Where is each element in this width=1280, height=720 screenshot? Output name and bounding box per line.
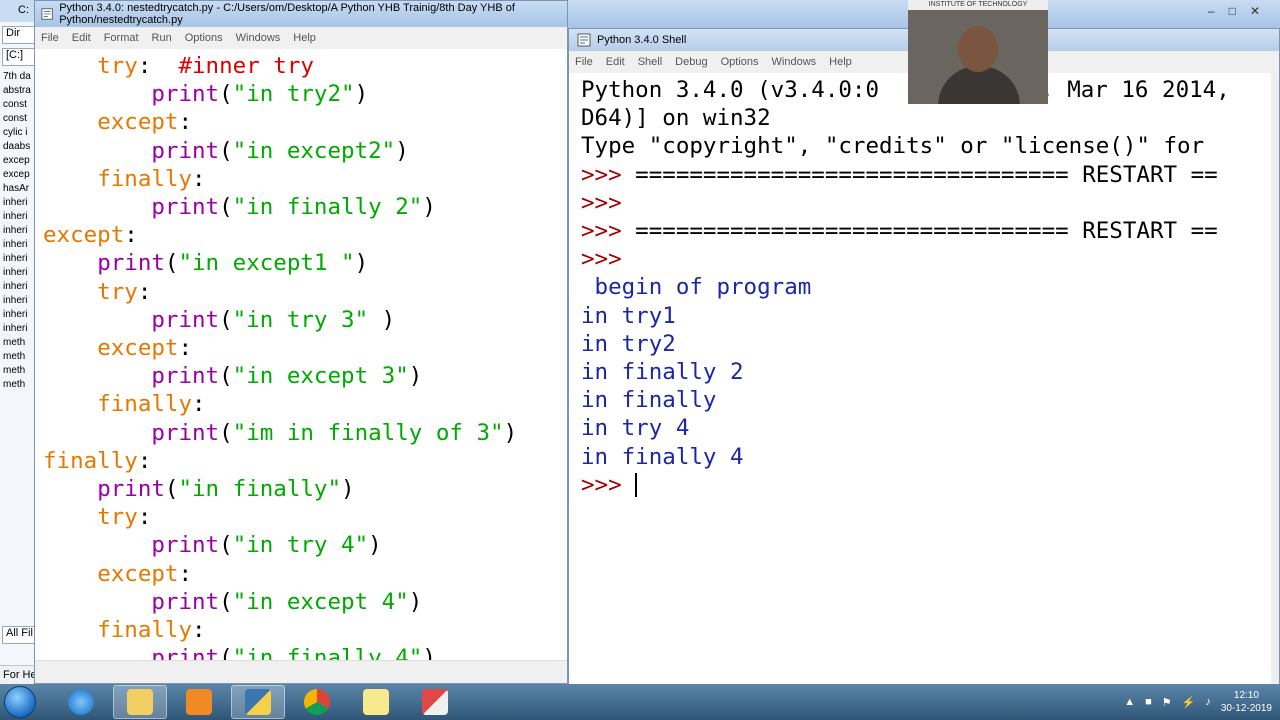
editor-menubar: File Edit Format Run Options Windows Help (35, 27, 567, 49)
media-player-icon (186, 689, 212, 715)
python-icon (577, 33, 591, 47)
banner-line-1: Python 3.4.0 (v3.4.0:0 (581, 77, 880, 103)
output-line: in finally 2 (581, 359, 744, 386)
output-line: in try1 (581, 302, 676, 329)
shell-menu-edit[interactable]: Edit (606, 56, 625, 68)
editor-menu-windows[interactable]: Windows (236, 32, 281, 44)
prompt: >>> (581, 189, 622, 216)
output-line: in try 4 (581, 415, 690, 442)
taskbar-explorer[interactable] (113, 685, 167, 719)
editor-window: Python 3.4.0: nestedtrycatch.py - C:/Use… (34, 0, 568, 684)
volume-icon[interactable]: ♪ (1205, 696, 1211, 708)
python-icon (41, 8, 53, 20)
shell-output[interactable]: Python 3.4.0 (v3.4.0:0 13, Mar 16 2014, D… (581, 76, 1230, 499)
restart-line: ================================ RESTART… (621, 218, 1218, 245)
internet-explorer-icon (68, 689, 94, 715)
editor-menu-file[interactable]: File (41, 32, 59, 44)
clock-date: 30-12-2019 (1220, 703, 1272, 714)
editor-code[interactable]: try: #inner try print("in try2") except:… (43, 52, 517, 672)
shell-vertical-scrollbar[interactable] (1271, 73, 1279, 684)
explorer-dir-box[interactable]: Dir (2, 26, 38, 44)
editor-menu-run[interactable]: Run (152, 32, 172, 44)
folder-icon (127, 689, 153, 715)
maximize-icon[interactable]: □ (1229, 4, 1236, 18)
presenter-head (958, 26, 998, 72)
shell-window: Python 3.4.0 Shell File Edit Shell Debug Opt… (568, 28, 1280, 685)
editor-menu-format[interactable]: Format (104, 32, 139, 44)
shell-title: Python 3.4.0 Shell (597, 34, 687, 46)
shell-menu-shell[interactable]: Shell (638, 56, 662, 68)
taskbar-python[interactable] (231, 685, 285, 719)
editor-horizontal-scrollbar[interactable] (35, 660, 567, 683)
output-line: begin of program (581, 274, 812, 301)
text-cursor (635, 473, 638, 498)
webcam-overlay: INSTITUTE OF TECHNOLOGY (908, 0, 1048, 104)
restart-line: ================================ RESTART… (621, 161, 1218, 188)
windows-logo-icon (4, 686, 36, 718)
editor-titlebar[interactable]: Python 3.4.0: nestedtrycatch.py - C:/Use… (35, 1, 567, 27)
output-line: in finally (581, 387, 717, 414)
network-icon[interactable]: ■ (1145, 696, 1152, 708)
prompt: >>> (581, 161, 622, 188)
taskbar-chrome[interactable] (290, 685, 344, 719)
editor-title: Python 3.4.0: nestedtrycatch.py - C:/Use… (59, 2, 515, 26)
close-icon[interactable]: ✕ (1250, 4, 1260, 18)
taskbar-notes[interactable] (349, 685, 403, 719)
taskbar-eraser[interactable] (408, 685, 462, 719)
system-tray: ▲ ■ ⚑ ⚡ ♪ 12:10 30-12-2019 (1124, 684, 1272, 720)
clock-time: 12:10 (1233, 690, 1259, 701)
sticky-notes-icon (363, 689, 389, 715)
editor-menu-options[interactable]: Options (185, 32, 223, 44)
chrome-icon (304, 689, 330, 715)
banner-line-2: D64)] on win32 (581, 105, 771, 132)
output-line: in try2 (581, 330, 676, 357)
taskbar-media[interactable] (172, 685, 226, 719)
explorer-drive-box[interactable]: [C:] (2, 48, 38, 66)
taskbar-ie[interactable] (54, 685, 108, 719)
eraser-icon (422, 689, 448, 715)
clock[interactable]: 12:10 30-12-2019 (1221, 689, 1272, 715)
banner-line-3: Type "copyright", "credits" or "license(… (581, 133, 1205, 160)
power-icon[interactable]: ⚡ (1182, 696, 1196, 709)
prompt: >>> (581, 246, 622, 273)
start-button[interactable] (0, 684, 40, 720)
prompt: >>> (581, 471, 622, 498)
python-icon (245, 689, 271, 715)
minimize-icon[interactable]: – (1208, 4, 1215, 18)
shell-menu-windows[interactable]: Windows (772, 56, 817, 68)
output-line: in finally 4 (581, 443, 744, 470)
shell-menu-help[interactable]: Help (829, 56, 852, 68)
explorer-all-files[interactable]: All Fil (2, 626, 38, 644)
editor-menu-edit[interactable]: Edit (72, 32, 91, 44)
prompt: >>> (581, 218, 622, 245)
shell-menu-debug[interactable]: Debug (675, 56, 707, 68)
webcam-sign: INSTITUTE OF TECHNOLOGY (908, 0, 1048, 10)
show-hidden-icons-icon[interactable]: ▲ (1124, 696, 1135, 708)
action-center-icon[interactable]: ⚑ (1162, 696, 1172, 709)
editor-menu-help[interactable]: Help (293, 32, 316, 44)
taskbar: ▲ ■ ⚑ ⚡ ♪ 12:10 30-12-2019 (0, 684, 1280, 720)
shell-menu-options[interactable]: Options (721, 56, 759, 68)
shell-menu-file[interactable]: File (575, 56, 593, 68)
